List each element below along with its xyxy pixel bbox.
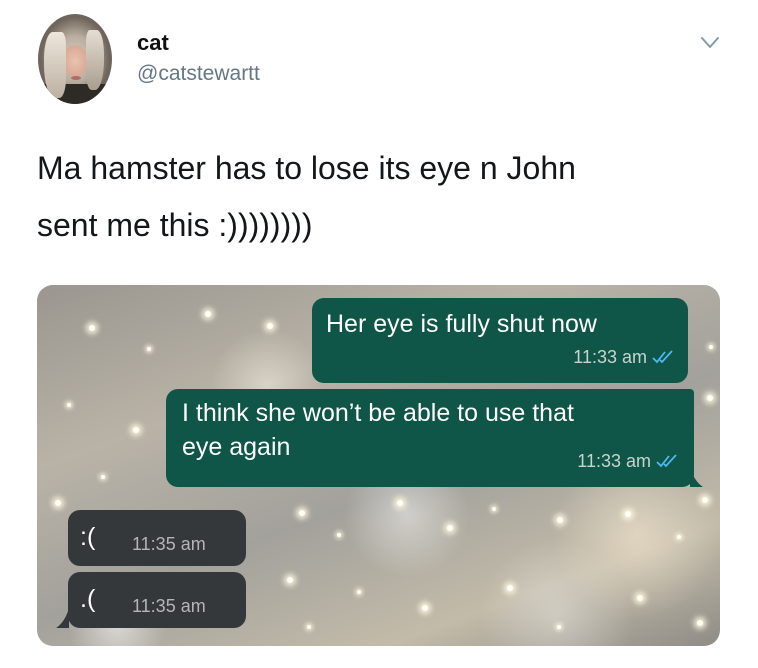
sparkle bbox=[307, 625, 311, 629]
avatar-hair bbox=[86, 30, 104, 90]
display-name[interactable]: cat bbox=[137, 30, 169, 56]
message-time: 11:33 am bbox=[577, 451, 651, 471]
sparkle bbox=[422, 605, 428, 611]
message-text: Her eye is fully shut now bbox=[326, 310, 597, 338]
bubble-tail bbox=[56, 608, 69, 628]
sparkle bbox=[677, 535, 681, 539]
message-time: 11:33 am bbox=[573, 347, 647, 367]
tweet-text: Ma hamster has to lose its eye n John se… bbox=[37, 140, 717, 254]
sparkle bbox=[205, 311, 211, 317]
sparkle bbox=[507, 585, 513, 591]
tweet-text-line: sent me this :)))))))) bbox=[37, 207, 313, 243]
sparkle bbox=[67, 403, 71, 407]
sparkle bbox=[133, 427, 139, 433]
sparkle bbox=[267, 323, 273, 329]
avatar[interactable] bbox=[38, 14, 112, 104]
sparkle bbox=[337, 533, 341, 537]
chevron-down-icon[interactable] bbox=[700, 36, 720, 50]
sparkle bbox=[709, 345, 713, 349]
sparkle bbox=[707, 395, 713, 401]
user-handle[interactable]: @catstewartt bbox=[137, 62, 260, 86]
double-check-icon bbox=[652, 350, 673, 364]
avatar-lips bbox=[71, 76, 81, 80]
sparkle bbox=[637, 595, 643, 601]
tweet-card: cat @catstewartt Ma hamster has to lose … bbox=[0, 0, 758, 668]
sparkle bbox=[147, 347, 151, 351]
sparkle bbox=[287, 577, 293, 583]
avatar-hair bbox=[44, 32, 66, 98]
outgoing-message-bubble[interactable]: I think she won’t be able to use that ey… bbox=[166, 389, 694, 487]
sparkle bbox=[557, 517, 563, 523]
outgoing-message-bubble[interactable]: Her eye is fully shut now 11:33 am bbox=[312, 298, 688, 383]
message-time: 11:35 am bbox=[132, 596, 206, 616]
sparkle bbox=[557, 625, 561, 629]
sparkle bbox=[447, 525, 453, 531]
sparkle bbox=[89, 325, 95, 331]
double-check-icon bbox=[656, 454, 677, 468]
incoming-message-bubble[interactable]: :( 11:35 am bbox=[68, 510, 246, 566]
chat-screenshot-image[interactable]: Her eye is fully shut now 11:33 am I thi… bbox=[37, 285, 720, 646]
sparkle bbox=[299, 510, 305, 516]
message-time: 11:35 am bbox=[132, 534, 206, 554]
message-meta: 11:33 am bbox=[577, 444, 678, 478]
sparkle bbox=[625, 511, 631, 517]
sparkle bbox=[101, 475, 105, 479]
message-text: .( bbox=[80, 585, 96, 613]
message-text: :( bbox=[80, 523, 96, 551]
tweet-text-line: Ma hamster has to lose its eye n John bbox=[37, 150, 576, 186]
bubble-tail bbox=[690, 467, 703, 487]
message-text-line: I think she won’t be able to use that bbox=[182, 399, 574, 427]
sparkle bbox=[55, 500, 61, 506]
sparkle bbox=[492, 507, 496, 511]
sparkle bbox=[697, 620, 703, 626]
incoming-message-bubble[interactable]: .( 11:35 am bbox=[68, 572, 246, 628]
sparkle bbox=[357, 590, 361, 594]
sparkle bbox=[397, 500, 403, 506]
message-meta: 11:33 am bbox=[573, 340, 674, 374]
sparkle bbox=[702, 497, 708, 503]
